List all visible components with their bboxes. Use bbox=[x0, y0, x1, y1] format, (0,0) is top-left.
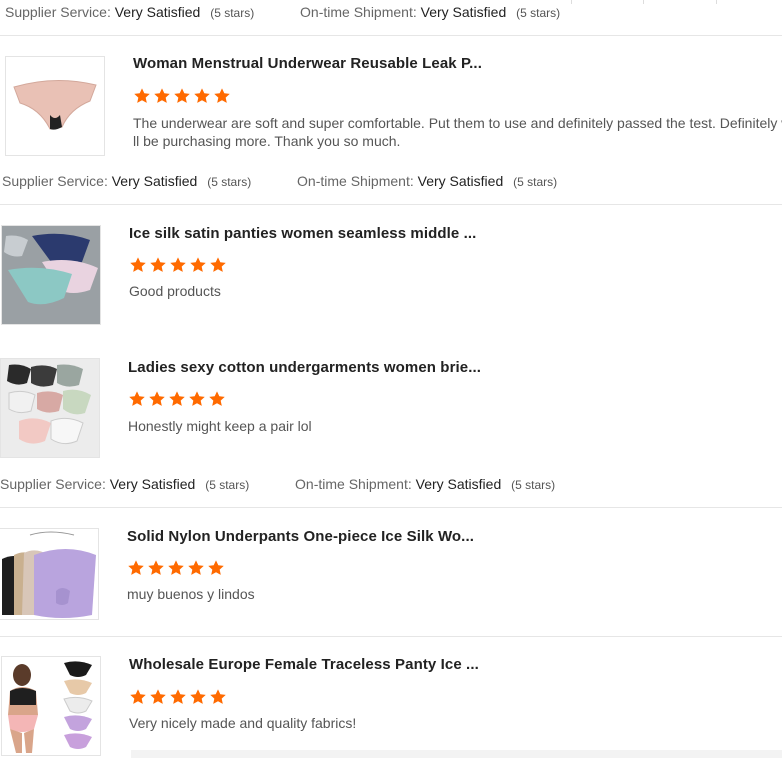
star-icon bbox=[208, 390, 226, 408]
review-text: muy buenos y lindos bbox=[127, 586, 255, 602]
divider bbox=[716, 0, 717, 4]
on-time-shipment-stars: (5 stars) bbox=[511, 478, 556, 492]
star-icon bbox=[173, 87, 191, 105]
supplier-service-label: Supplier Service: bbox=[0, 476, 106, 492]
model-image bbox=[2, 657, 100, 755]
divider bbox=[0, 507, 782, 508]
star-rating bbox=[129, 256, 227, 274]
star-rating bbox=[129, 688, 227, 706]
reply-box bbox=[131, 750, 782, 758]
star-icon bbox=[127, 559, 145, 577]
product-thumbnail[interactable] bbox=[5, 56, 105, 156]
star-icon bbox=[207, 559, 225, 577]
supplier-service-label: Supplier Service: bbox=[2, 173, 108, 189]
review-text: Honestly might keep a pair lol bbox=[128, 418, 312, 434]
rating-summary: Supplier Service: Very Satisfied (5 star… bbox=[0, 476, 555, 492]
star-rating bbox=[127, 559, 225, 577]
star-icon bbox=[189, 688, 207, 706]
star-icon bbox=[168, 390, 186, 408]
star-icon bbox=[149, 688, 167, 706]
divider bbox=[0, 636, 782, 637]
on-time-shipment-value: Very Satisfied bbox=[417, 173, 504, 189]
product-title[interactable]: Solid Nylon Underpants One-piece Ice Sil… bbox=[127, 528, 474, 545]
underpants-image bbox=[0, 529, 98, 619]
star-icon bbox=[167, 559, 185, 577]
on-time-shipment-label: On-time Shipment: bbox=[295, 476, 412, 492]
on-time-shipment-value: Very Satisfied bbox=[420, 4, 507, 20]
star-icon bbox=[133, 87, 151, 105]
product-thumbnail[interactable] bbox=[1, 656, 101, 756]
product-title[interactable]: Ice silk satin panties women seamless mi… bbox=[129, 225, 476, 242]
supplier-service-stars: (5 stars) bbox=[210, 6, 255, 20]
star-icon bbox=[129, 688, 147, 706]
supplier-service-value: Very Satisfied bbox=[111, 173, 198, 189]
product-title[interactable]: Ladies sexy cotton undergarments women b… bbox=[128, 359, 481, 376]
supplier-service-value: Very Satisfied bbox=[114, 4, 201, 20]
product-thumbnail[interactable] bbox=[0, 528, 99, 620]
star-icon bbox=[169, 688, 187, 706]
star-icon bbox=[149, 256, 167, 274]
star-icon bbox=[188, 390, 206, 408]
review-text: The underwear are soft and super comfort… bbox=[133, 114, 782, 150]
review-text-line: The underwear are soft and super comfort… bbox=[133, 115, 782, 131]
rating-summary: Supplier Service: Very Satisfied (5 star… bbox=[5, 4, 560, 20]
on-time-shipment-stars: (5 stars) bbox=[516, 6, 561, 20]
review-text-line: ll be purchasing more. Thank you so much… bbox=[133, 133, 401, 149]
star-rating bbox=[133, 87, 231, 105]
star-icon bbox=[209, 256, 227, 274]
star-icon bbox=[169, 256, 187, 274]
star-icon bbox=[148, 390, 166, 408]
supplier-service-stars: (5 stars) bbox=[207, 175, 252, 189]
star-rating bbox=[128, 390, 226, 408]
star-icon bbox=[128, 390, 146, 408]
supplier-service-value: Very Satisfied bbox=[109, 476, 196, 492]
star-icon bbox=[189, 256, 207, 274]
divider bbox=[571, 0, 572, 4]
divider bbox=[0, 204, 782, 205]
underwear-image bbox=[13, 80, 97, 130]
product-title[interactable]: Woman Menstrual Underwear Reusable Leak … bbox=[133, 55, 482, 72]
star-icon bbox=[147, 559, 165, 577]
supplier-service-label: Supplier Service: bbox=[5, 4, 111, 20]
star-icon bbox=[187, 559, 205, 577]
product-thumbnail[interactable] bbox=[1, 225, 101, 325]
product-thumbnail[interactable] bbox=[0, 358, 100, 458]
divider bbox=[0, 35, 782, 36]
star-icon bbox=[153, 87, 171, 105]
product-title[interactable]: Wholesale Europe Female Traceless Panty … bbox=[129, 656, 479, 673]
divider bbox=[643, 0, 644, 4]
on-time-shipment-value: Very Satisfied bbox=[415, 476, 502, 492]
on-time-shipment-stars: (5 stars) bbox=[513, 175, 558, 189]
on-time-shipment-label: On-time Shipment: bbox=[300, 4, 417, 20]
star-icon bbox=[209, 688, 227, 706]
supplier-service-stars: (5 stars) bbox=[205, 478, 250, 492]
panties-image bbox=[2, 226, 100, 324]
rating-summary: Supplier Service: Very Satisfied (5 star… bbox=[2, 173, 557, 189]
briefs-image bbox=[1, 359, 99, 457]
on-time-shipment-label: On-time Shipment: bbox=[297, 173, 414, 189]
star-icon bbox=[193, 87, 211, 105]
review-text: Very nicely made and quality fabrics! bbox=[129, 715, 357, 731]
review-text: Good products bbox=[129, 283, 221, 299]
star-icon bbox=[213, 87, 231, 105]
star-icon bbox=[129, 256, 147, 274]
